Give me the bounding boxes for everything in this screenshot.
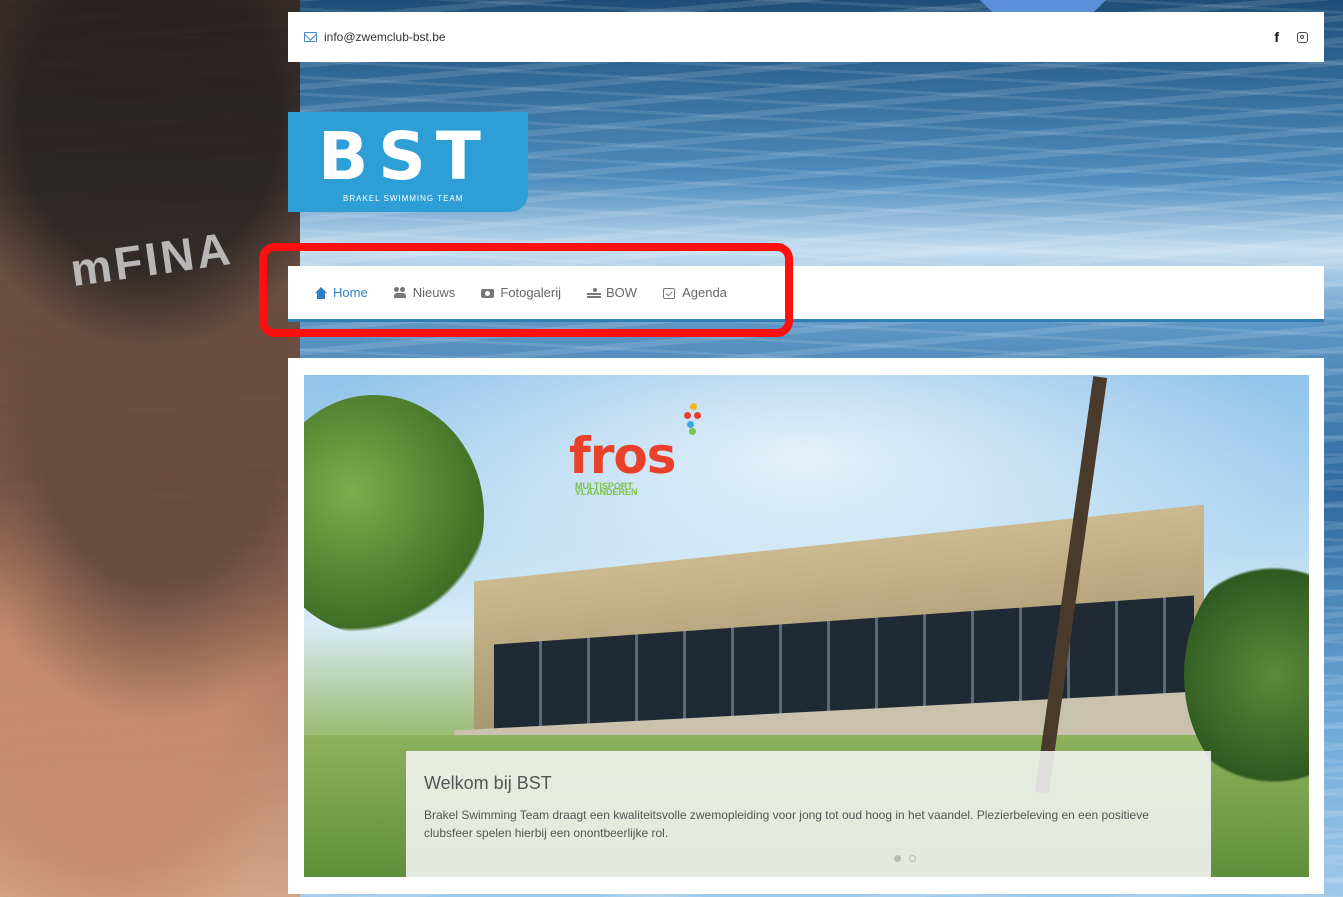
swimmer-icon: [587, 287, 602, 299]
content-card: fros MULTISPORT VLAANDEREN Welkom bij BS…: [288, 358, 1324, 894]
fros-dots-icon: [684, 403, 702, 435]
slider-indicators: [894, 855, 916, 862]
nav-label: Agenda: [682, 285, 727, 300]
slide-caption: Welkom bij BST Brakel Swimming Team draa…: [406, 751, 1211, 877]
envelope-icon: [304, 32, 317, 42]
logo-subtitle: BRAKEL SWIMMING TEAM: [343, 194, 464, 203]
email-text: info@zwemclub-bst.be: [324, 30, 446, 44]
image-slider[interactable]: fros MULTISPORT VLAANDEREN Welkom bij BS…: [304, 375, 1309, 877]
nav-item-fotogalerij[interactable]: Fotogalerij: [481, 285, 561, 300]
slider-dot-2[interactable]: [909, 855, 916, 862]
top-contact-bar: info@zwemclub-bst.be f: [288, 12, 1324, 62]
swimmer-photo: [0, 0, 300, 897]
caption-title: Welkom bij BST: [424, 773, 552, 793]
slider-dot-1[interactable]: [894, 855, 901, 862]
caption-text: Brakel Swimming Team draagt een kwalitei…: [424, 808, 1149, 840]
site-logo[interactable]: BST BRAKEL SWIMMING TEAM: [288, 112, 528, 212]
users-icon: [393, 286, 408, 299]
nav-label: BOW: [606, 285, 638, 300]
nav-item-home[interactable]: Home: [314, 285, 368, 300]
nav-label: Nieuws: [412, 285, 456, 300]
main-navigation: Home Nieuws Fotogalerij BOW Agenda: [288, 266, 1324, 322]
email-link[interactable]: info@zwemclub-bst.be: [304, 30, 446, 44]
fros-tagline-2: VLAANDEREN: [575, 487, 638, 497]
nav-label: Home: [333, 285, 368, 300]
fros-logo-text: fros: [569, 427, 677, 485]
nav-item-nieuws[interactable]: Nieuws: [393, 285, 456, 300]
social-links: f: [1274, 29, 1308, 45]
home-icon: [314, 286, 328, 299]
calendar-check-icon: [663, 287, 677, 299]
facebook-icon[interactable]: f: [1274, 29, 1279, 45]
nav-label: Fotogalerij: [500, 285, 562, 300]
nav-item-bow[interactable]: BOW: [587, 285, 637, 300]
nav-item-agenda[interactable]: Agenda: [663, 285, 727, 300]
camera-icon: [481, 287, 495, 299]
instagram-icon[interactable]: [1297, 31, 1308, 43]
logo-text: BST: [318, 118, 491, 195]
fros-sponsor-logo: fros MULTISPORT VLAANDEREN: [569, 427, 677, 497]
